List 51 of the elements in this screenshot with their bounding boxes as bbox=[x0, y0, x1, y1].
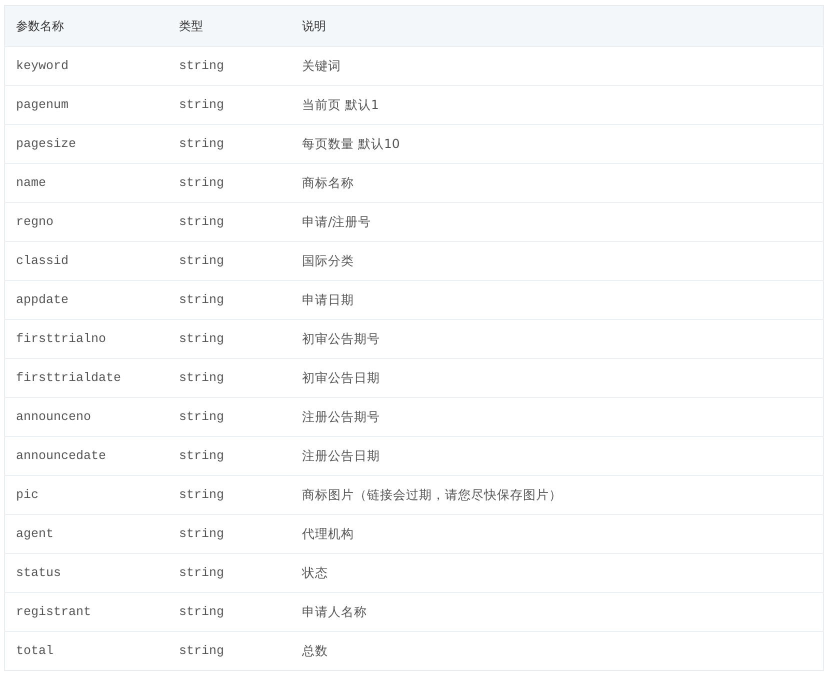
table-cell: 代理机构 bbox=[291, 514, 824, 554]
table-cell: firsttrialdate bbox=[4, 358, 168, 398]
table-cell: keyword bbox=[4, 46, 168, 86]
table-cell: 注册公告期号 bbox=[291, 398, 824, 436]
table-cell: 当前页 默认1 bbox=[291, 86, 824, 124]
column-header: 类型 bbox=[168, 6, 291, 46]
table-cell: 商标名称 bbox=[291, 164, 824, 202]
table-cell: 每页数量 默认10 bbox=[291, 124, 824, 164]
table-cell: string bbox=[168, 280, 291, 320]
table-cell: 国际分类 bbox=[291, 242, 824, 280]
table-cell: string bbox=[168, 86, 291, 124]
table-cell: 初审公告日期 bbox=[291, 358, 824, 398]
table-cell: announceno bbox=[4, 398, 168, 436]
table-cell: regno bbox=[4, 202, 168, 242]
column-header: 说明 bbox=[291, 6, 824, 46]
table-cell: 申请人名称 bbox=[291, 592, 824, 632]
table-cell: 初审公告期号 bbox=[291, 320, 824, 358]
table-cell: string bbox=[168, 476, 291, 514]
table-cell: 申请日期 bbox=[291, 280, 824, 320]
table-cell: 申请/注册号 bbox=[291, 202, 824, 242]
table-cell: string bbox=[168, 436, 291, 476]
column-header: 参数名称 bbox=[4, 6, 168, 46]
table-cell: string bbox=[168, 554, 291, 592]
table-cell: registrant bbox=[4, 592, 168, 632]
table-cell: string bbox=[168, 320, 291, 358]
table-cell: string bbox=[168, 358, 291, 398]
table-cell: total bbox=[4, 632, 168, 670]
table-cell: string bbox=[168, 592, 291, 632]
table-cell: classid bbox=[4, 242, 168, 280]
table-cell: string bbox=[168, 124, 291, 164]
table-cell: 注册公告日期 bbox=[291, 436, 824, 476]
table-cell: status bbox=[4, 554, 168, 592]
table-cell: string bbox=[168, 164, 291, 202]
table-cell: agent bbox=[4, 514, 168, 554]
table-cell: string bbox=[168, 46, 291, 86]
table-cell: 关键词 bbox=[291, 46, 824, 86]
table-cell: string bbox=[168, 632, 291, 670]
table-cell: appdate bbox=[4, 280, 168, 320]
table-cell: 状态 bbox=[291, 554, 824, 592]
table-cell: string bbox=[168, 398, 291, 436]
table-cell: firsttrialno bbox=[4, 320, 168, 358]
table-cell: string bbox=[168, 242, 291, 280]
table-cell: name bbox=[4, 164, 168, 202]
table-cell: 商标图片（链接会过期，请您尽快保存图片） bbox=[291, 476, 824, 514]
table-cell: pagesize bbox=[4, 124, 168, 164]
table-cell: 总数 bbox=[291, 632, 824, 670]
table-cell: string bbox=[168, 202, 291, 242]
table-cell: pic bbox=[4, 476, 168, 514]
table-cell: announcedate bbox=[4, 436, 168, 476]
table-cell: pagenum bbox=[4, 86, 168, 124]
table-cell: string bbox=[168, 514, 291, 554]
